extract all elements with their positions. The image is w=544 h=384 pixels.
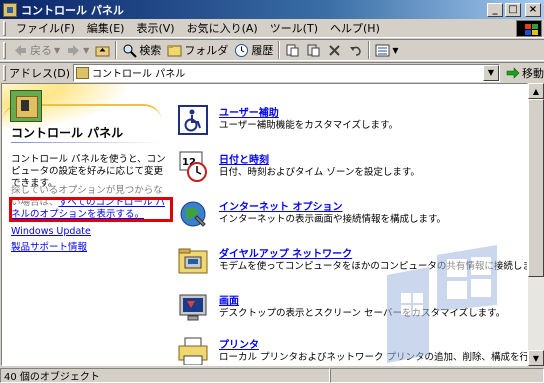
window-title: コントロール パネル [21, 3, 124, 17]
content-pane: コントロール パネル コントロール パネルを使うと、コンピュータの設定を好みに応… [1, 83, 528, 366]
views-dropdown-icon[interactable]: ▼ [392, 46, 398, 55]
back-arrow-icon [13, 43, 28, 58]
forward-arrow-icon [66, 43, 81, 58]
item-description: インターネットの表示画面や接続情報を構成します。 [219, 214, 447, 225]
menubar-grip[interactable] [3, 20, 6, 36]
views-icon [375, 43, 390, 58]
history-label: 履歴 [251, 44, 274, 57]
up-folder-button[interactable] [92, 40, 113, 60]
delete-button[interactable] [324, 40, 345, 60]
address-bar: アドレス(D) コントロール パネル ▼ 移動 [0, 62, 544, 82]
undo-icon [348, 43, 363, 58]
title-bar[interactable]: コントロール パネル _ □ × [0, 0, 544, 19]
go-button[interactable]: 移動 [506, 65, 544, 81]
history-button[interactable]: 履歴 [231, 40, 276, 60]
scroll-up-icon[interactable]: ▲ [528, 83, 544, 99]
left-pane-title: コントロール パネル [11, 126, 124, 140]
list-item-date-time[interactable]: 12 日付と時刻 日付、時刻およびタイム ゾーンを設定します。 [177, 151, 517, 185]
history-icon [234, 43, 249, 58]
toolbar-separator [368, 41, 371, 59]
move-to-button[interactable] [282, 40, 303, 60]
scroll-down-icon[interactable]: ▼ [528, 350, 544, 366]
copy-to-button[interactable] [303, 40, 324, 60]
control-panel-large-icon [10, 90, 42, 122]
addressbar-grip[interactable] [3, 64, 6, 81]
move-to-icon [285, 43, 300, 58]
folders-button[interactable]: フォルダ [164, 40, 231, 60]
control-panel-icon [3, 2, 17, 17]
internet-options-icon [177, 198, 209, 230]
dialup-network-icon [177, 245, 209, 277]
left-pane-divider [11, 142, 163, 143]
address-value: コントロール パネル [92, 69, 186, 80]
search-label: 検索 [139, 44, 162, 57]
folders-label: フォルダ [184, 44, 229, 57]
views-button[interactable]: ▼ [372, 40, 401, 60]
menu-favorites[interactable]: お気に入り(A) [181, 20, 264, 36]
item-description: ユーザー補助機能をカスタマイズします。 [219, 120, 399, 131]
toolbar-grip[interactable] [3, 41, 6, 59]
menu-bar: ファイル(F) 編集(E) 表示(V) お気に入り(A) ツール(T) ヘルプ(… [0, 19, 544, 38]
search-icon [122, 43, 138, 58]
product-support-link[interactable]: 製品サポート情報 [11, 239, 87, 253]
forward-button[interactable]: ▼ [63, 40, 92, 60]
toolbar-separator [115, 41, 118, 59]
address-label: アドレス(D) [8, 66, 71, 80]
date-time-icon: 12 [177, 151, 209, 183]
maximize-button[interactable]: □ [505, 2, 521, 17]
left-pane-header: コントロール パネル [2, 84, 167, 144]
menu-help[interactable]: ヘルプ(H) [324, 20, 386, 36]
windows-logo-icon [516, 20, 542, 37]
windows-watermark-icon [387, 245, 497, 363]
control-panel-small-icon [76, 66, 90, 79]
menu-view[interactable]: 表示(V) [130, 20, 180, 36]
go-arrow-icon [506, 66, 520, 79]
back-dropdown-icon[interactable]: ▼ [54, 46, 60, 55]
standard-toolbar: 戻る ▼ ▼ 検索 フォルダ 履歴 ▼ [0, 39, 544, 61]
close-button[interactable]: × [525, 2, 541, 17]
list-item-internet-options[interactable]: インターネット オプション インターネットの表示画面や接続情報を構成します。 [177, 198, 517, 232]
accessibility-icon [177, 104, 209, 136]
status-bar: 40 個のオブジェクト [0, 367, 544, 384]
scroll-thumb[interactable] [528, 99, 544, 277]
windows-update-link[interactable]: Windows Update [11, 226, 91, 237]
back-button[interactable]: 戻る ▼ [10, 40, 63, 60]
address-input[interactable]: コントロール パネル ▼ [73, 63, 500, 82]
menu-tools[interactable]: ツール(T) [264, 20, 324, 36]
search-button[interactable]: 検索 [119, 40, 164, 60]
go-label: 移動 [522, 66, 544, 80]
copy-to-icon [306, 43, 321, 58]
printer-icon [177, 336, 209, 365]
display-icon [177, 292, 209, 324]
status-empty-cell [330, 368, 544, 383]
back-label: 戻る [30, 44, 52, 57]
menu-file[interactable]: ファイル(F) [10, 20, 81, 36]
vertical-scrollbar[interactable]: ▲ ▼ [528, 83, 544, 366]
minimize-button[interactable]: _ [487, 2, 503, 17]
delete-x-icon [327, 43, 342, 58]
highlight-box [9, 197, 173, 222]
address-dropdown-icon[interactable]: ▼ [483, 64, 499, 81]
toolbar-separator [278, 41, 281, 59]
menu-edit[interactable]: 編集(E) [81, 20, 131, 36]
folders-icon [167, 43, 182, 58]
forward-dropdown-icon[interactable]: ▼ [83, 46, 89, 55]
undo-button[interactable] [345, 40, 366, 60]
list-item-accessibility[interactable]: ユーザー補助 ユーザー補助機能をカスタマイズします。 [177, 104, 517, 138]
left-pane-note: 探しているオプションが見つからない場合は、すべてのコントロール パネルのオプショ… [9, 185, 173, 222]
item-description: 日付、時刻およびタイム ゾーンを設定します。 [219, 167, 420, 178]
status-object-count: 40 個のオブジェクト [0, 368, 330, 383]
up-folder-icon [95, 43, 110, 58]
